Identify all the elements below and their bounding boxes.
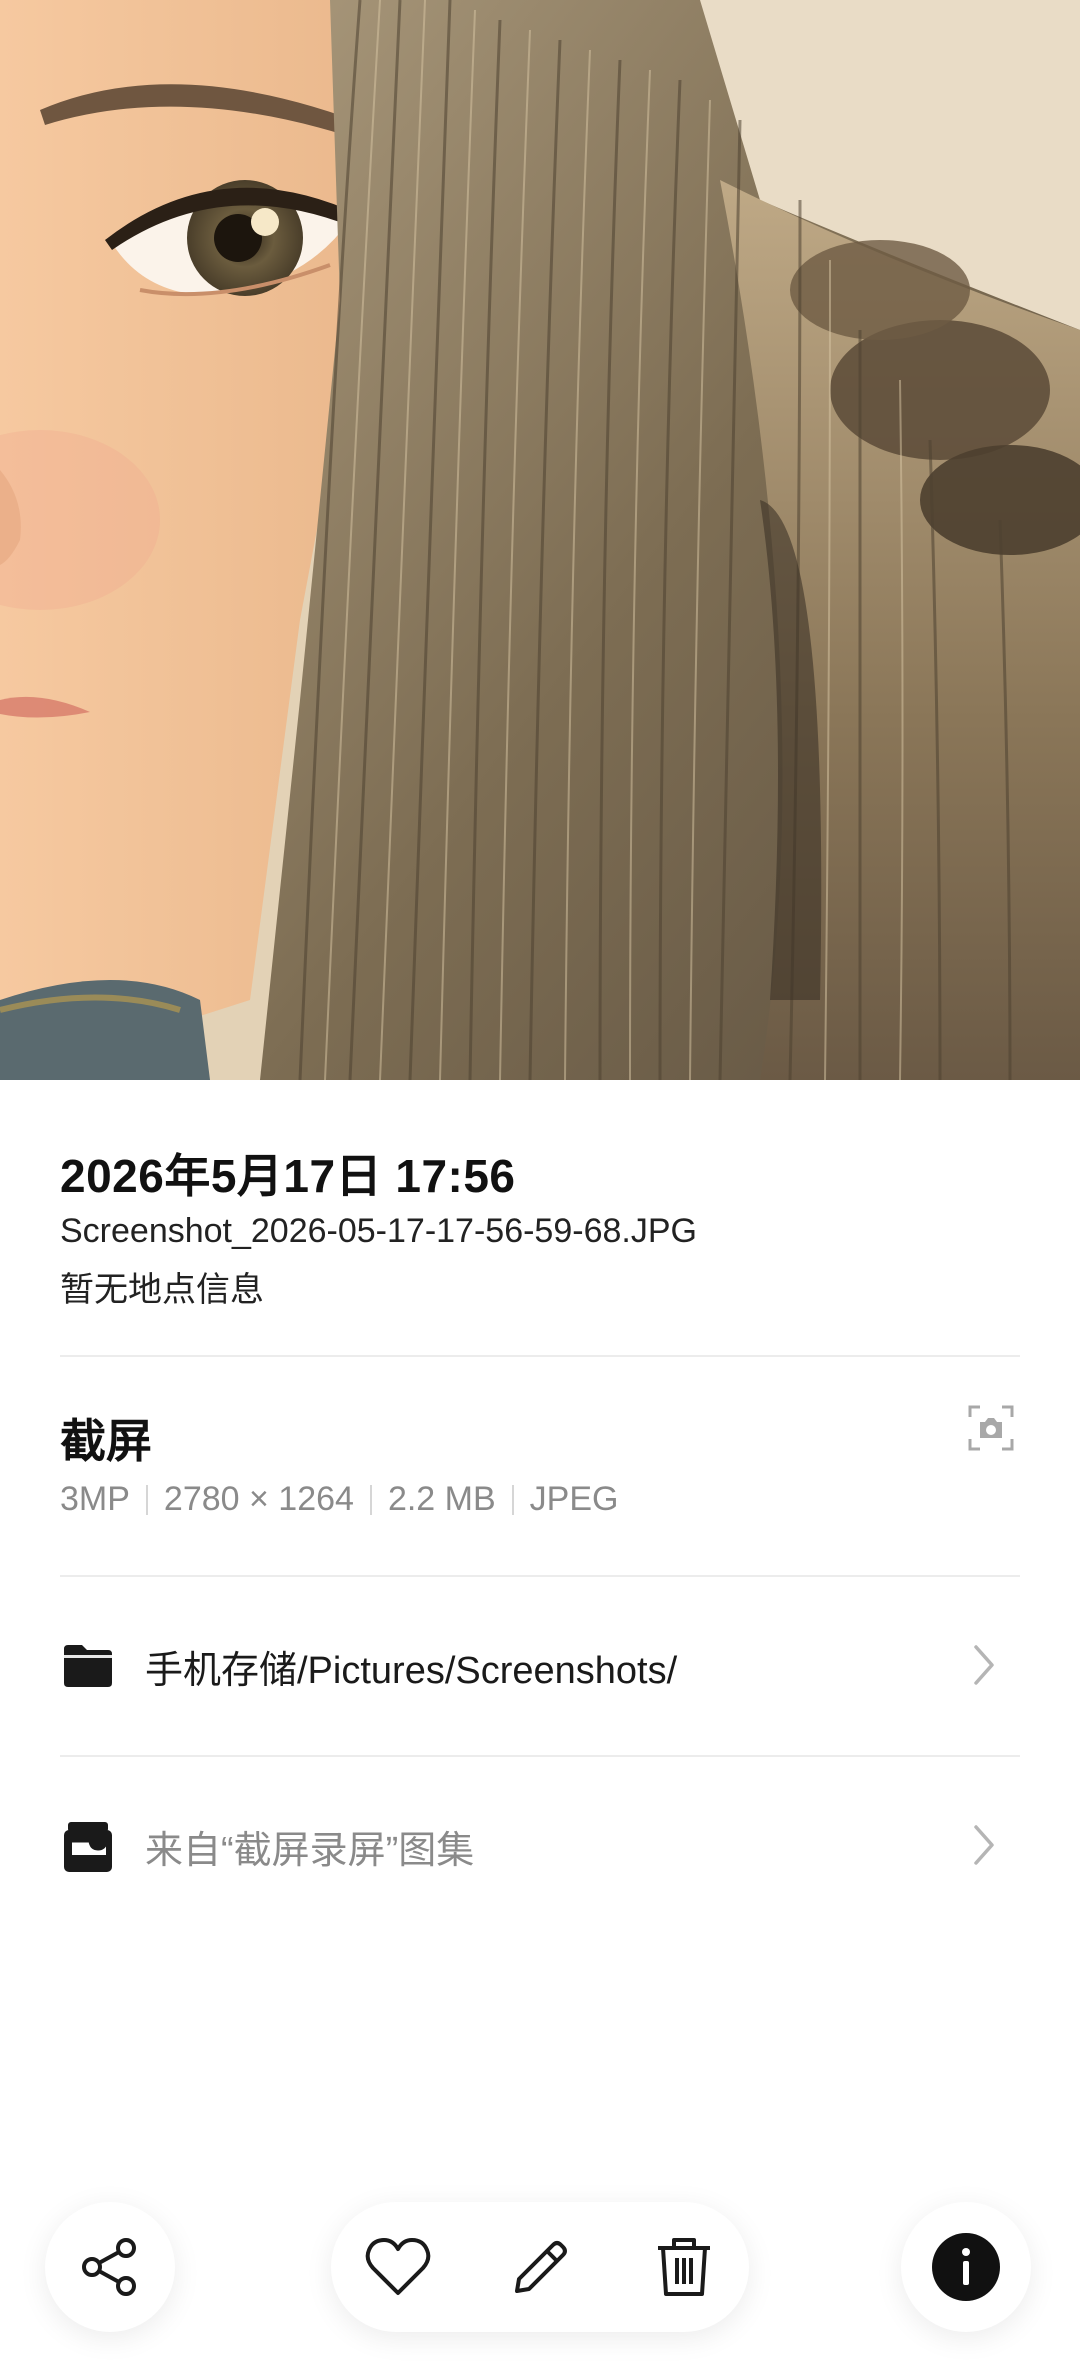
storage-path-label: 手机存储/Pictures/Screenshots/ xyxy=(145,1650,678,1692)
heart-icon xyxy=(365,2238,431,2295)
meta-separator xyxy=(369,1484,372,1515)
meta-separator xyxy=(145,1484,148,1515)
info-icon xyxy=(932,2233,1000,2301)
album-row[interactable]: 来自“截屏录屏”图集 xyxy=(0,1765,1080,1925)
chevron-right-icon xyxy=(966,1821,1002,1869)
share-button[interactable] xyxy=(45,2202,175,2332)
folder-icon xyxy=(60,1637,116,1693)
location-text: 暂无地点信息 xyxy=(60,1271,264,1309)
file-size: 2.2 MB xyxy=(387,1480,496,1518)
camera-icon[interactable] xyxy=(966,1403,1016,1453)
divider xyxy=(60,1575,1020,1577)
share-icon xyxy=(82,2238,136,2296)
megapixels: 3MP xyxy=(60,1480,130,1518)
album-icon xyxy=(60,1819,116,1875)
file-name: Screenshot_2026-05-17-17-56-59-68.JPG xyxy=(60,1212,697,1250)
album-label: 来自“截屏录屏”图集 xyxy=(145,1830,475,1872)
edit-button[interactable] xyxy=(501,2227,581,2307)
photo-preview[interactable] xyxy=(0,0,1080,1080)
image-meta-row: 3MP 2780 × 1264 2.2 MB JPEG xyxy=(60,1480,618,1519)
action-pill xyxy=(331,2202,749,2332)
photo-artwork xyxy=(0,0,1080,1080)
divider xyxy=(60,1755,1020,1757)
resolution: 2780 × 1264 xyxy=(163,1480,354,1518)
source-type-title: 截屏 xyxy=(60,1415,152,1467)
meta-separator xyxy=(511,1484,514,1515)
trash-icon xyxy=(658,2238,710,2296)
file-format: JPEG xyxy=(529,1480,619,1518)
divider xyxy=(60,1355,1020,1357)
storage-path-row[interactable]: 手机存储/Pictures/Screenshots/ xyxy=(0,1585,1080,1745)
info-panel: 2026年5月17日 17:56 Screenshot_2026-05-17-1… xyxy=(0,1080,1080,2375)
info-button[interactable] xyxy=(901,2202,1031,2332)
chevron-right-icon xyxy=(966,1641,1002,1689)
delete-button[interactable] xyxy=(644,2227,724,2307)
pencil-icon xyxy=(515,2241,567,2293)
favorite-button[interactable] xyxy=(358,2227,438,2307)
date-time-title: 2026年5月17日 17:56 xyxy=(60,1150,516,1202)
